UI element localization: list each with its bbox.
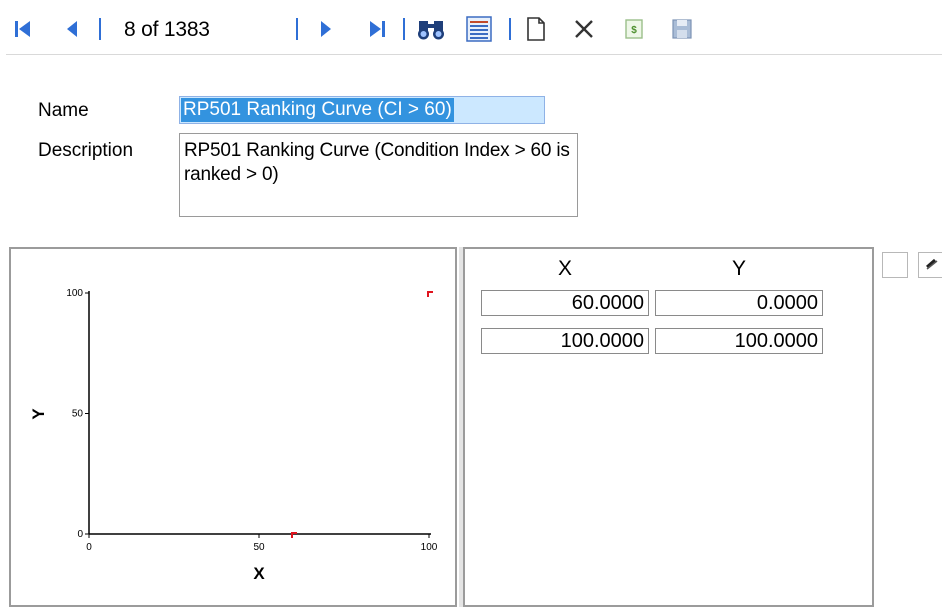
previous-record-button[interactable]	[58, 14, 86, 44]
x-tick-label: 0	[86, 542, 92, 553]
find-button[interactable]	[414, 14, 448, 44]
cell-x-row-1[interactable]: 60.0000	[481, 290, 649, 316]
description-label: Description	[38, 140, 134, 161]
new-document-icon	[527, 17, 545, 41]
first-record-icon	[15, 21, 30, 37]
copy-record-icon: $	[625, 19, 643, 39]
next-record-button[interactable]	[312, 14, 340, 44]
next-record-icon	[321, 21, 331, 37]
column-header-x: X	[557, 257, 572, 280]
delete-x-icon	[575, 20, 593, 38]
find-binoculars-icon	[418, 21, 444, 40]
x-tick-label: 50	[253, 542, 265, 553]
toolbar-divider	[403, 18, 405, 40]
y-tick-label: 100	[66, 288, 83, 299]
toolbar-divider	[509, 18, 511, 40]
description-field[interactable]: RP501 Ranking Curve (Condition Index > 6…	[179, 133, 578, 217]
x-axis-label: X	[253, 564, 265, 583]
list-view-icon	[466, 16, 492, 42]
previous-record-icon	[67, 21, 77, 37]
name-field-value: RP501 Ranking Curve (CI > 60)	[181, 98, 454, 122]
save-disk-icon	[672, 19, 692, 39]
copy-record-button[interactable]: $	[618, 14, 650, 44]
blank-button[interactable]	[882, 252, 908, 278]
record-toolbar: 8 of 1383 $	[0, 0, 942, 56]
name-label: Name	[38, 100, 89, 121]
first-record-button[interactable]	[8, 14, 38, 44]
curve-chart: 0 50 100 0 50 100 X Y	[29, 288, 438, 583]
toolbar-divider	[99, 18, 101, 40]
edit-button[interactable]	[918, 252, 942, 278]
delete-record-button[interactable]	[568, 14, 600, 44]
name-field[interactable]: RP501 Ranking Curve (CI > 60)	[179, 96, 545, 124]
new-record-button[interactable]	[520, 14, 552, 44]
y-tick-label: 0	[77, 529, 83, 540]
cell-x-row-2[interactable]: 100.0000	[481, 328, 649, 354]
data-point-1[interactable]	[291, 532, 297, 538]
cell-y-row-1[interactable]: 0.0000	[655, 290, 823, 316]
curve-chart-panel: 0 50 100 0 50 100 X Y	[9, 247, 457, 607]
column-header-y: Y	[731, 257, 746, 280]
cell-y-row-2[interactable]: 100.0000	[655, 328, 823, 354]
y-tick-label: 50	[72, 409, 84, 420]
points-table-panel: X Y 60.0000 0.0000 100.0000 100.0000	[463, 247, 874, 607]
y-axis-label: Y	[29, 408, 48, 420]
edit-pencil-icon	[926, 258, 938, 270]
record-counter: 8 of 1383	[124, 18, 210, 41]
list-view-button[interactable]	[462, 14, 496, 44]
last-record-icon	[370, 21, 385, 37]
svg-text:$: $	[631, 25, 637, 36]
data-point-2[interactable]	[427, 291, 433, 297]
toolbar-bottom-border	[6, 54, 942, 55]
x-tick-label: 100	[421, 542, 438, 553]
save-button[interactable]	[666, 14, 698, 44]
last-record-button[interactable]	[362, 14, 392, 44]
toolbar-divider	[296, 18, 298, 40]
